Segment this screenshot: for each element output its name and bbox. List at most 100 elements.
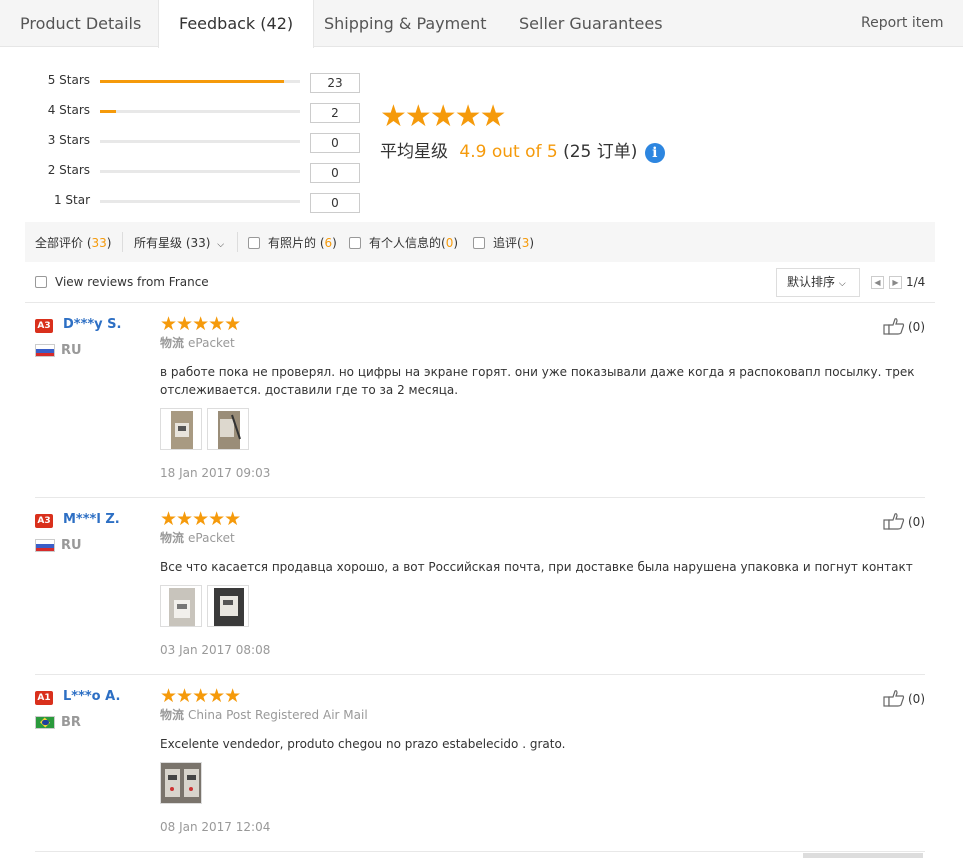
reviewer-name[interactable]: L***o A. <box>63 689 120 704</box>
review-date: 03 Jan 2017 08:08 <box>160 643 271 657</box>
rating-count: 0 <box>310 163 360 183</box>
like-button[interactable]: (0) <box>883 689 925 707</box>
filter-divider <box>237 232 238 252</box>
filter-all-reviews[interactable]: 全部评价 (33) <box>35 234 111 251</box>
divider <box>35 497 925 498</box>
chevron-down-icon: ⌵ <box>838 279 846 289</box>
report-item-link[interactable]: Report item <box>861 0 944 47</box>
review-photo-thumbnail[interactable] <box>160 408 202 450</box>
filter-personal-close: ) <box>453 236 459 250</box>
filter-with-photos[interactable]: 有照片的 (6) <box>248 234 337 251</box>
follow-up-checkbox[interactable] <box>473 237 485 249</box>
rating-label: 3 Stars <box>47 133 90 147</box>
tab-feedback[interactable]: Feedback (42) <box>158 0 315 48</box>
info-icon[interactable]: i <box>644 143 665 163</box>
review-stars-icon: ★★★★★ <box>160 313 241 335</box>
review-photo-thumbnail[interactable] <box>207 408 249 450</box>
russia-flag-icon <box>35 539 55 552</box>
rating-row-1[interactable]: 1 Star 0 <box>0 190 380 213</box>
personal-info-checkbox[interactable] <box>349 237 361 249</box>
filter-star-select[interactable]: 所有星级 (33) ⌵ <box>134 234 224 251</box>
reviewer-name[interactable]: M***l Z. <box>63 512 120 527</box>
average-rating: 平均星级 4.9 out of 5 (25 订单) i <box>380 137 665 163</box>
review-logistics: 物流 ePacket <box>160 529 235 546</box>
chevron-down-icon: ⌵ <box>217 240 225 250</box>
sort-label: 默认排序 <box>787 275 836 289</box>
filter-photos-close: ) <box>332 236 337 250</box>
tab-bar: Product Details Feedback (42) Shipping &… <box>0 0 963 48</box>
logistics-label: 物流 <box>160 531 185 545</box>
review-photo-thumbnail[interactable] <box>160 585 202 627</box>
rating-row-3[interactable]: 3 Stars 0 <box>0 130 380 153</box>
like-count: (0) <box>908 692 925 706</box>
rating-label: 4 Stars <box>47 103 90 117</box>
tab-shipping-payment[interactable]: Shipping & Payment <box>324 0 487 47</box>
filter-star-select-label: 所有星级 (33) <box>134 236 211 250</box>
france-checkbox[interactable] <box>35 276 47 288</box>
rating-bar <box>100 80 300 83</box>
tab-product-details[interactable]: Product Details <box>20 0 141 47</box>
rating-count: 0 <box>310 133 360 153</box>
photos-checkbox[interactable] <box>248 237 260 249</box>
like-button[interactable]: (0) <box>883 317 925 335</box>
logistics-label: 物流 <box>160 708 185 722</box>
filter-photos-label: 有照片的 ( <box>268 236 325 250</box>
rating-row-4[interactable]: 4 Stars 2 <box>0 100 380 123</box>
review-item: A3 M***l Z. RU ★★★★★ 物流 ePacket Все что к… <box>35 508 925 664</box>
reviewer-country: RU <box>61 343 82 358</box>
divider <box>35 674 925 675</box>
filter-all-count: 33 <box>91 236 107 250</box>
next-page-button[interactable]: ▶ <box>889 276 902 289</box>
rating-count: 0 <box>310 193 360 213</box>
average-score: 4.9 out of 5 <box>459 142 558 162</box>
like-count: (0) <box>908 320 925 334</box>
review-text: Excelente vendedor, produto chegou no pr… <box>160 737 566 751</box>
like-button[interactable]: (0) <box>883 512 925 530</box>
prev-page-button[interactable]: ◀ <box>871 276 884 289</box>
thumbs-up-icon <box>883 318 905 335</box>
photo-image <box>161 763 201 803</box>
rating-bar <box>100 200 300 203</box>
page-indicator: 1/4 <box>906 275 926 289</box>
rating-row-5[interactable]: 5 Stars 23 <box>0 70 380 93</box>
filter-followup-label: 追评( <box>493 236 522 250</box>
rating-label: 1 Star <box>53 193 90 207</box>
review-photo-thumbnail[interactable] <box>207 585 249 627</box>
filter-personal-info[interactable]: 有个人信息的(0) <box>349 234 458 251</box>
review-logistics: 物流 ePacket <box>160 334 235 351</box>
sort-dropdown[interactable]: 默认排序 ⌵ <box>776 268 860 297</box>
rating-row-2[interactable]: 2 Stars 0 <box>0 160 380 183</box>
filter-follow-up[interactable]: 追评(3) <box>473 234 534 251</box>
rating-bar-fill <box>100 80 284 83</box>
filter-divider <box>122 232 123 252</box>
rating-label: 5 Stars <box>47 73 90 87</box>
buyer-level-badge: A3 <box>35 319 53 333</box>
buyer-level-badge: A3 <box>35 514 53 528</box>
review-photo-thumbnail[interactable] <box>160 762 202 804</box>
logistics-value: ePacket <box>188 531 235 545</box>
review-item: A1 L***o A. BR ★★★★★ 物流 China Post Regist… <box>35 685 925 841</box>
thumbs-up-icon <box>883 513 905 530</box>
filter-all-label: 全部评价 ( <box>35 236 92 250</box>
rating-label: 2 Stars <box>47 163 90 177</box>
average-orders: (25 订单) <box>563 142 638 162</box>
russia-flag-icon <box>35 344 55 357</box>
average-stars-icon: ★★★★★ <box>380 99 506 134</box>
france-filter[interactable]: View reviews from France <box>35 275 209 289</box>
buyer-level-badge: A1 <box>35 691 53 705</box>
rating-bar <box>100 140 300 143</box>
review-date: 08 Jan 2017 12:04 <box>160 820 271 834</box>
filter-all-close: ) <box>106 236 112 250</box>
rating-bar <box>100 170 300 173</box>
reviewer-name[interactable]: D***y S. <box>63 317 122 332</box>
photo-image <box>208 586 248 626</box>
review-text: Все что касается продавца хорошо, а вот … <box>160 560 913 574</box>
filter-personal-label: 有个人信息的( <box>369 236 446 250</box>
rating-count: 2 <box>310 103 360 123</box>
filter-followup-close: ) <box>529 236 535 250</box>
review-date: 18 Jan 2017 09:03 <box>160 466 271 480</box>
review-text: в работе пока не проверял. но цифры на э… <box>160 365 915 397</box>
tab-seller-guarantees[interactable]: Seller Guarantees <box>519 0 663 47</box>
logistics-value: China Post Registered Air Mail <box>188 708 368 722</box>
scrollbar[interactable] <box>803 853 923 858</box>
